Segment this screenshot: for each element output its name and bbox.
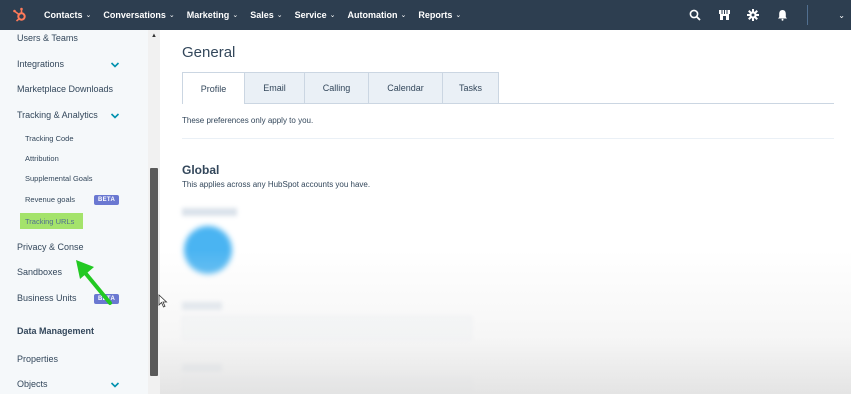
chevron-down-icon: ⌄ (329, 12, 336, 19)
nav-contacts[interactable]: Contacts ⌄ (44, 10, 91, 20)
nav-marketing[interactable]: Marketing ⌄ (187, 10, 238, 20)
tab-calendar[interactable]: Calendar (369, 72, 443, 104)
tabs-baseline (499, 103, 834, 104)
settings-tabs: Profile Email Calling Calendar Tasks (182, 72, 499, 104)
tab-email[interactable]: Email (245, 72, 305, 104)
chevron-down-icon[interactable] (110, 60, 120, 70)
beta-badge: BETA (94, 195, 120, 205)
chevron-down-icon: ⌄ (455, 12, 462, 19)
tab-profile[interactable]: Profile (182, 72, 245, 104)
sidebar-subitem-tracking-urls[interactable]: Tracking URLs (25, 217, 74, 226)
tab-tasks[interactable]: Tasks (443, 72, 499, 104)
nav-sales[interactable]: Sales ⌄ (250, 10, 282, 20)
nav-automation-label: Automation (347, 10, 398, 20)
blur-fade-overlay (160, 250, 851, 394)
sidebar-scrollbar-thumb[interactable] (150, 168, 158, 376)
scroll-up-arrow-icon[interactable]: ▲ (151, 33, 157, 39)
nav-marketing-label: Marketing (186, 10, 230, 20)
nav-conversations[interactable]: Conversations ⌄ (103, 10, 174, 20)
top-navigation-bar: Contacts ⌄ Conversations ⌄ Marketing ⌄ Sale… (0, 0, 851, 30)
nav-automation[interactable]: Automation ⌄ (348, 10, 407, 20)
search-icon[interactable] (688, 8, 702, 22)
sidebar-subitem-tracking-code[interactable]: Tracking Code (25, 134, 74, 143)
marketplace-icon[interactable] (717, 8, 731, 22)
sidebar-item-objects[interactable]: Objects (17, 379, 48, 389)
account-menu-chevron-icon[interactable]: ⌄ (838, 11, 845, 20)
tab-calling[interactable]: Calling (305, 72, 369, 104)
chevron-down-icon: ⌄ (276, 12, 283, 19)
sidebar-subitem-supplemental-goals[interactable]: Supplemental Goals (25, 174, 93, 183)
nav-reports[interactable]: Reports ⌄ (418, 10, 461, 20)
nav-contacts-label: Contacts (44, 10, 83, 20)
hubspot-logo-icon[interactable] (10, 5, 30, 25)
global-section-subtitle: This applies across any HubSpot accounts… (182, 180, 371, 189)
main-content: General Profile Email Calling Calendar T… (160, 30, 851, 394)
preferences-note: These preferences only apply to you. (182, 116, 314, 125)
sidebar-subitem-attribution[interactable]: Attribution (25, 154, 59, 163)
nav-conversations-label: Conversations (103, 10, 166, 20)
mouse-cursor-icon (158, 294, 168, 308)
annotation-arrow-icon (76, 260, 112, 305)
nav-utility-icons: ⌄ (688, 0, 851, 30)
chevron-down-icon[interactable] (110, 380, 120, 390)
sidebar-item-sandboxes[interactable]: Sandboxes (17, 267, 62, 277)
nav-service[interactable]: Service ⌄ (295, 10, 336, 20)
sidebar-item-marketplace-downloads[interactable]: Marketplace Downloads (17, 84, 113, 94)
section-divider (182, 138, 834, 139)
sidebar-item-users-teams[interactable]: Users & Teams (17, 33, 78, 43)
sidebar-item-privacy-consent[interactable]: Privacy & Conse (17, 242, 84, 252)
nav-divider (807, 5, 809, 25)
sidebar-item-properties[interactable]: Properties (17, 354, 58, 364)
sidebar-subitem-revenue-goals[interactable]: Revenue goals (25, 195, 75, 204)
sidebar-item-business-units[interactable]: Business Units (17, 293, 77, 303)
blurred-label (182, 208, 237, 216)
nav-sales-label: Sales (250, 10, 274, 20)
page-title: General (182, 44, 236, 61)
sidebar-item-integrations[interactable]: Integrations (17, 59, 64, 69)
nav-reports-label: Reports (418, 10, 453, 20)
chevron-down-icon[interactable] (110, 111, 120, 121)
settings-gear-icon[interactable] (746, 8, 760, 22)
global-section-title: Global (182, 163, 220, 177)
nav-service-label: Service (294, 10, 327, 20)
chevron-down-icon: ⌄ (85, 12, 92, 19)
sidebar-heading-data-management: Data Management (17, 326, 95, 336)
notifications-bell-icon[interactable] (775, 8, 789, 22)
sidebar-item-tracking-analytics[interactable]: Tracking & Analytics (17, 110, 98, 120)
chevron-down-icon: ⌄ (400, 12, 407, 19)
chevron-down-icon: ⌄ (232, 12, 239, 19)
settings-sidebar: Users & Teams Integrations Marketplace D… (0, 30, 148, 394)
chevron-down-icon: ⌄ (168, 12, 175, 19)
